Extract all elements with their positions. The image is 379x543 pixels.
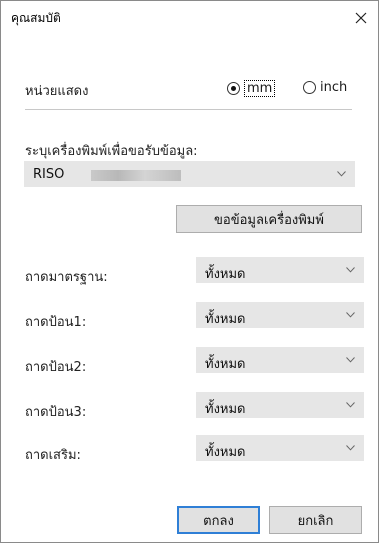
tray-standard-select[interactable]: ทั้งหมด bbox=[196, 257, 364, 283]
chevron-down-icon bbox=[337, 171, 346, 177]
separator bbox=[25, 109, 352, 110]
unit-radio-mm[interactable]: mm bbox=[227, 80, 276, 97]
unit-inch-label: inch bbox=[320, 80, 348, 95]
tray-feed3-label: ถาดป้อน3: bbox=[25, 405, 87, 420]
tray-feed1-value: ทั้งหมด bbox=[205, 312, 246, 327]
redacted-printer-name bbox=[91, 170, 181, 181]
tray-standard-label: ถาดมาตรฐาน: bbox=[25, 270, 108, 285]
tray-bypass-label: ถาดเสริม: bbox=[25, 448, 81, 463]
dialog-title: คุณสมบัติ bbox=[11, 11, 61, 25]
printer-select[interactable]: RISO bbox=[24, 161, 355, 187]
tray-feed2-value: ทั้งหมด bbox=[205, 357, 246, 372]
ok-button[interactable]: ตกลง bbox=[177, 506, 260, 534]
tray-feed3-select[interactable]: ทั้งหมด bbox=[196, 392, 364, 418]
chevron-down-icon bbox=[346, 267, 355, 273]
units-label: หน่วยแสดง bbox=[25, 84, 89, 99]
unit-radio-inch[interactable]: inch bbox=[303, 80, 347, 95]
tray-bypass-select[interactable]: ทั้งหมด bbox=[196, 435, 364, 461]
chevron-down-icon bbox=[346, 402, 355, 408]
tray-bypass-value: ทั้งหมด bbox=[205, 445, 246, 460]
tray-feed3-value: ทั้งหมด bbox=[205, 402, 246, 417]
chevron-down-icon bbox=[346, 445, 355, 451]
chevron-down-icon bbox=[346, 312, 355, 318]
tray-feed2-select[interactable]: ทั้งหมด bbox=[196, 347, 364, 373]
cancel-button[interactable]: ยกเลิก bbox=[269, 506, 362, 534]
get-printer-info-button[interactable]: ขอข้อมูลเครื่องพิมพ์ bbox=[176, 205, 362, 233]
tray-standard-value: ทั้งหมด bbox=[205, 267, 246, 282]
close-icon bbox=[355, 12, 367, 24]
tray-feed2-label: ถาดป้อน2: bbox=[25, 360, 87, 375]
radio-circle-mm bbox=[227, 82, 240, 95]
radio-circle-inch bbox=[303, 81, 316, 94]
close-button[interactable] bbox=[344, 1, 378, 35]
tray-feed1-select[interactable]: ทั้งหมด bbox=[196, 302, 364, 328]
radio-dot bbox=[231, 86, 236, 91]
title-bar: คุณสมบัติ bbox=[1, 1, 378, 35]
properties-dialog: คุณสมบัติ หน่วยแสดง mm inch ระบุเครื่องพ… bbox=[0, 0, 379, 543]
unit-mm-label: mm bbox=[244, 80, 276, 97]
tray-feed1-label: ถาดป้อน1: bbox=[25, 315, 87, 330]
printer-select-value: RISO bbox=[33, 167, 65, 182]
printer-label: ระบุเครื่องพิมพ์เพื่อขอรับข้อมูล: bbox=[25, 144, 198, 159]
chevron-down-icon bbox=[346, 357, 355, 363]
